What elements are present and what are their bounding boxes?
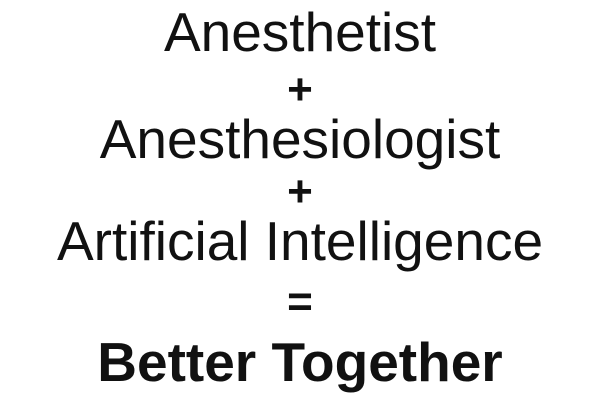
result-better-together: Better Together (97, 331, 503, 393)
term-anesthesiologist: Anesthesiologist (99, 108, 501, 170)
term-anesthetist: Anesthetist (163, 1, 437, 63)
equation-graphic: Anesthetist + Anesthesiologist + Artific… (0, 0, 600, 400)
plus-sign-2: + (287, 167, 313, 216)
equals-sign: = (287, 277, 313, 326)
term-artificial-intelligence: Artificial Intelligence (56, 210, 544, 272)
plus-sign-1: + (287, 65, 313, 114)
